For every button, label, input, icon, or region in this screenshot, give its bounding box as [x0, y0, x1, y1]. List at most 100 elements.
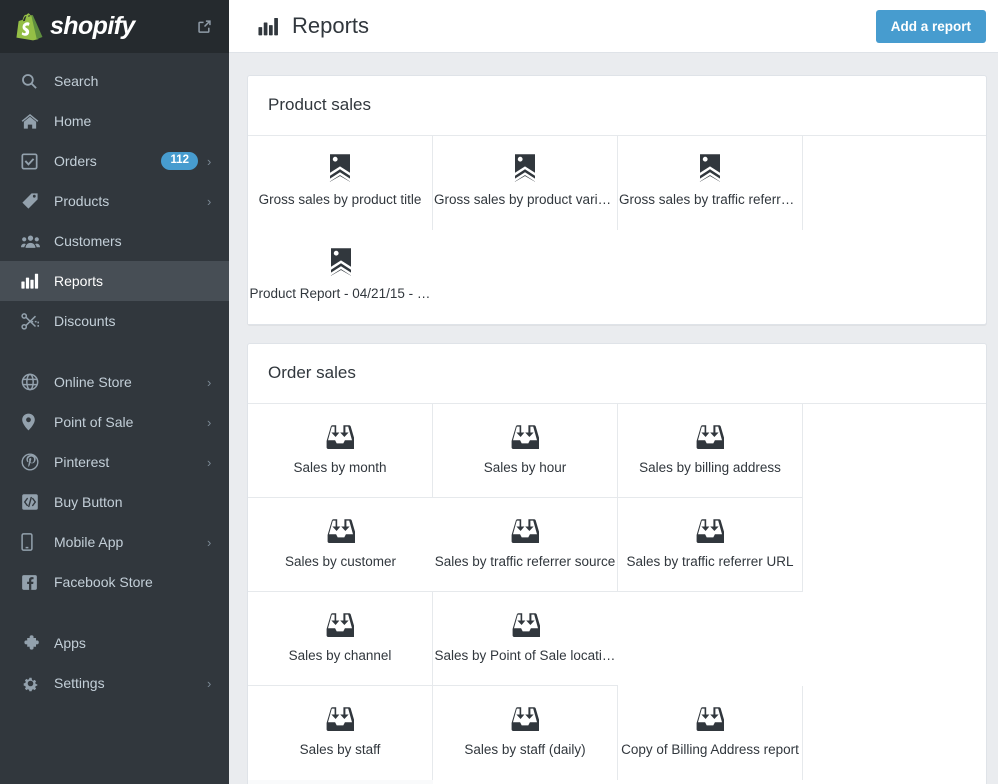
inbox-download-icon: [326, 421, 354, 451]
sidebar-item-label: Home: [54, 113, 215, 129]
reports-content: Product sales Gross sales by product tit…: [229, 53, 998, 784]
sidebar-item-online-store[interactable]: Online Store ›: [0, 362, 229, 402]
sidebar-divider-1: [0, 341, 229, 362]
main-area: Reports Add a report Product sales Gross…: [229, 0, 998, 784]
sidebar-item-point-of-sale[interactable]: Point of Sale ›: [0, 402, 229, 442]
sidebar-item-products[interactable]: Products ›: [0, 181, 229, 221]
sidebar-item-buy-button[interactable]: Buy Button: [0, 482, 229, 522]
sidebar-item-label: Mobile App: [54, 534, 207, 550]
panel-header: Product sales: [248, 76, 986, 135]
sidebar-item-reports[interactable]: Reports: [0, 261, 229, 301]
report-cell[interactable]: Gross sales by traffic referrer ...: [618, 136, 803, 230]
sidebar-item-apps[interactable]: Apps: [0, 623, 229, 663]
chevron-right-icon: ›: [207, 676, 215, 691]
customers-icon: [21, 231, 43, 251]
panel-title: Order sales: [268, 363, 966, 383]
sidebar-item-pinterest[interactable]: Pinterest ›: [0, 442, 229, 482]
price-tag-icon: [512, 153, 538, 183]
report-cell[interactable]: Sales by Point of Sale location: [433, 592, 618, 686]
sidebar-item-label: Settings: [54, 675, 207, 691]
pinterest-icon: [21, 452, 43, 472]
inbox-download-icon: [696, 515, 724, 545]
report-label: Copy of Billing Address report: [620, 742, 800, 757]
report-label: Sales by traffic referrer URL: [625, 554, 794, 569]
report-cell[interactable]: Sales by staff: [248, 686, 433, 780]
scissors-icon: [21, 311, 43, 331]
sidebar-item-label: Apps: [54, 635, 215, 651]
report-label: Sales by customer: [284, 554, 397, 569]
sidebar-item-label: Point of Sale: [54, 414, 207, 430]
inbox-download-icon: [326, 609, 354, 639]
sidebar-item-mobile-app[interactable]: Mobile App ›: [0, 522, 229, 562]
home-icon: [21, 111, 43, 131]
panel-title: Product sales: [268, 95, 966, 115]
sidebar-item-label: Buy Button: [54, 494, 215, 510]
orders-count-badge: 112: [161, 152, 198, 170]
report-cell[interactable]: Sales by customer: [248, 498, 433, 592]
shopify-logo[interactable]: shopify: [16, 12, 193, 41]
report-cell[interactable]: Sales by hour: [433, 404, 618, 498]
code-brackets-icon: [21, 492, 43, 512]
report-label: Sales by hour: [483, 460, 568, 475]
price-tag-icon: [327, 153, 353, 183]
report-cell[interactable]: Sales by staff (daily): [433, 686, 618, 780]
sidebar-nav: Search Home Orders 112 ›: [0, 53, 229, 784]
sidebar-group-channels: Online Store › Point of Sale › Pinterest…: [0, 362, 229, 602]
chevron-right-icon: ›: [207, 154, 215, 169]
location-pin-icon: [21, 412, 43, 432]
sidebar-item-discounts[interactable]: Discounts: [0, 301, 229, 341]
report-label: Sales by month: [292, 460, 387, 475]
add-report-button[interactable]: Add a report: [876, 10, 986, 43]
sidebar-group-primary: Search Home Orders 112 ›: [0, 61, 229, 341]
price-tag-icon: [697, 153, 723, 183]
report-label: Sales by billing address: [638, 460, 782, 475]
report-label: Sales by staff (daily): [463, 742, 586, 757]
report-grid: Gross sales by product title Gross sales…: [248, 135, 986, 324]
sidebar-item-orders[interactable]: Orders 112 ›: [0, 141, 229, 181]
report-cell[interactable]: Product Report - 04/21/15 - t...: [248, 230, 433, 324]
report-label: Gross sales by traffic referrer ...: [618, 192, 802, 207]
report-grid: Sales by month Sales by hour Sales by bi…: [248, 403, 986, 686]
external-link-icon[interactable]: [193, 16, 215, 38]
price-tag-icon: [328, 247, 354, 277]
report-label: Product Report - 04/21/15 - t...: [249, 286, 433, 301]
report-cell[interactable]: Sales by traffic referrer source: [433, 498, 618, 592]
sidebar-item-label: Products: [54, 193, 207, 209]
report-cell[interactable]: Sales by traffic referrer URL: [618, 498, 803, 592]
sidebar-item-customers[interactable]: Customers: [0, 221, 229, 261]
sidebar-item-label: Orders: [54, 153, 161, 169]
chevron-right-icon: ›: [207, 415, 215, 430]
report-grid: Sales by staff Sales by staff (daily) Co…: [248, 686, 986, 784]
report-cell[interactable]: Gross sales by product varian...: [433, 136, 618, 230]
chevron-right-icon: ›: [207, 194, 215, 209]
sidebar-item-label: Search: [54, 73, 215, 89]
mobile-phone-icon: [21, 532, 43, 552]
inbox-download-icon: [511, 703, 539, 733]
report-cell[interactable]: Copy of Billing Address report: [618, 686, 803, 780]
shopify-bag-icon: [16, 12, 43, 41]
chevron-right-icon: ›: [207, 455, 215, 470]
report-cell[interactable]: Sales by channel: [248, 592, 433, 686]
sidebar-item-label: Facebook Store: [54, 574, 215, 590]
sidebar-item-label: Pinterest: [54, 454, 207, 470]
report-cell-empty: [248, 780, 433, 784]
sidebar-item-label: Online Store: [54, 374, 207, 390]
page-title-text: Reports: [292, 13, 369, 39]
report-cell[interactable]: Sales by billing address: [618, 404, 803, 498]
bar-chart-icon: [21, 271, 43, 291]
brand-header: shopify: [0, 0, 229, 53]
sidebar: shopify Search: [0, 0, 229, 784]
search-icon: [21, 71, 43, 91]
inbox-download-icon: [512, 609, 540, 639]
sidebar-item-search[interactable]: Search: [0, 61, 229, 101]
report-cell[interactable]: Sales by month: [248, 404, 433, 498]
report-label: Gross sales by product varian...: [433, 192, 617, 207]
sidebar-item-home[interactable]: Home: [0, 101, 229, 141]
report-label: Sales by traffic referrer source: [434, 554, 617, 569]
report-cell[interactable]: Gross sales by product title: [248, 136, 433, 230]
sidebar-item-facebook-store[interactable]: Facebook Store: [0, 562, 229, 602]
inbox-download-icon: [696, 421, 724, 451]
sidebar-item-settings[interactable]: Settings ›: [0, 663, 229, 703]
inbox-download-icon: [511, 515, 539, 545]
sidebar-item-label: Reports: [54, 273, 215, 289]
